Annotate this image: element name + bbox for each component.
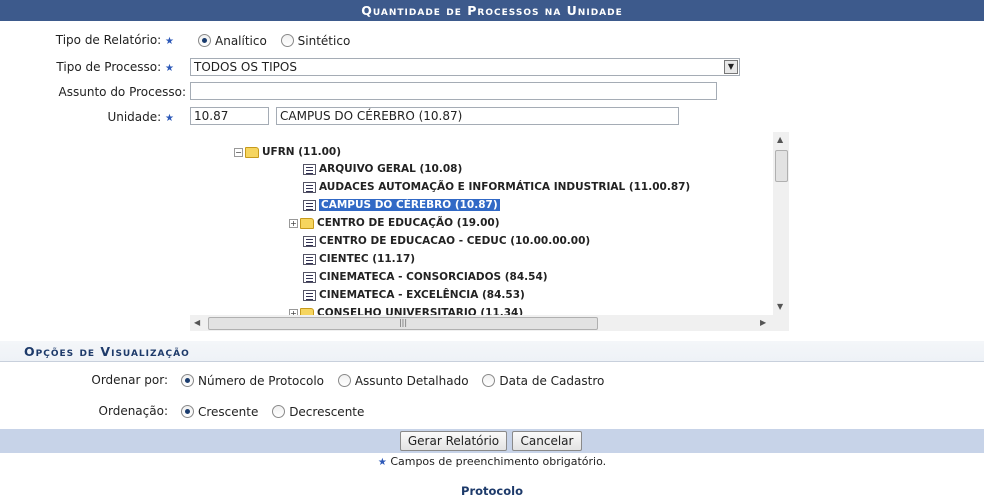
- tree-vertical-scrollbar[interactable]: ▲ ▼: [773, 132, 789, 315]
- expand-icon[interactable]: +: [289, 218, 298, 228]
- document-icon: [303, 271, 316, 283]
- radio-sintetico-label: Sintético: [297, 33, 351, 48]
- radio-crescente[interactable]: [181, 405, 194, 418]
- tipo-processo-value: TODOS OS TIPOS: [194, 60, 297, 74]
- tree-item-label: CENTRO DE EDUCACAO - CEDUC (10.00.00.00): [319, 235, 591, 247]
- document-icon: [303, 163, 316, 175]
- tipo-relatorio-label: Tipo de Relatório: ★: [4, 32, 174, 50]
- form-actions-bar: Gerar Relatório Cancelar: [0, 429, 984, 453]
- gerar-relatorio-button[interactable]: Gerar Relatório: [400, 431, 507, 451]
- unit-tree[interactable]: − UFRN (11.00) ARQUIVO GERAL (10.08) AUDA…: [190, 132, 790, 332]
- required-fields-note: ★ Campos de preenchimento obrigatório.: [0, 455, 984, 468]
- chevron-down-icon[interactable]: ▼: [724, 60, 738, 74]
- radio-sintetico[interactable]: [280, 34, 294, 47]
- ordenar-options: Número de Protocolo Assunto Detalhado Da…: [181, 372, 614, 389]
- tipo-processo-select[interactable]: TODOS OS TIPOS ▼: [190, 58, 740, 76]
- radio-data-cadastro-label: Data de Cadastro: [499, 373, 605, 388]
- tree-root-label: UFRN (11.00): [262, 146, 342, 158]
- tree-item[interactable]: CENTRO DE EDUCACAO - CEDUC (10.00.00.00): [303, 233, 590, 250]
- radio-assunto-detalhado[interactable]: [337, 374, 351, 387]
- ordenacao-options: Crescente Decrescente: [181, 403, 374, 420]
- document-icon: [303, 199, 316, 211]
- tree-item-selected[interactable]: CAMPUS DO CÉREBRO (10.87): [303, 197, 500, 214]
- tree-item[interactable]: CINEMATECA - CONSORCIADOS (84.54): [303, 269, 548, 286]
- required-star-icon: ★: [377, 457, 387, 468]
- document-icon: [303, 253, 316, 265]
- tipo-processo-label: Tipo de Processo: ★: [4, 59, 174, 77]
- document-icon: [303, 235, 316, 247]
- radio-data-cadastro[interactable]: [482, 374, 496, 387]
- folder-open-icon: [245, 146, 259, 158]
- scroll-left-icon[interactable]: ◀: [194, 318, 200, 327]
- visualizacao-section-header: Opções de Visualização: [0, 341, 984, 362]
- scroll-thumb[interactable]: |||: [208, 317, 598, 330]
- radio-numero-protocolo[interactable]: [181, 374, 194, 387]
- tree-item-label: CIENTEC (11.17): [319, 253, 416, 265]
- radio-crescente-label: Crescente: [198, 404, 259, 419]
- scroll-up-icon[interactable]: ▲: [777, 135, 783, 144]
- unidade-label-text: Unidade:: [107, 110, 162, 124]
- tree-item[interactable]: CIENTEC (11.17): [303, 251, 415, 268]
- required-star-icon: ★: [165, 36, 174, 47]
- scroll-thumb[interactable]: [775, 150, 788, 182]
- scroll-right-icon[interactable]: ▶: [760, 318, 766, 327]
- document-icon: [303, 289, 316, 301]
- ordenar-label: Ordenar por:: [91, 373, 168, 387]
- radio-decrescente-label: Decrescente: [289, 404, 365, 419]
- scroll-down-icon[interactable]: ▼: [777, 302, 783, 311]
- tree-root[interactable]: − UFRN (11.00): [234, 144, 341, 161]
- radio-analitico[interactable]: [198, 34, 211, 47]
- tree-item[interactable]: CINEMATECA - EXCELÊNCIA (84.53): [303, 287, 525, 304]
- collapse-icon[interactable]: −: [234, 147, 243, 157]
- tree-item[interactable]: ARQUIVO GERAL (10.08): [303, 161, 462, 178]
- unidade-label: Unidade: ★: [4, 109, 174, 127]
- page-title: Quantidade de Processos na Unidade: [0, 0, 984, 21]
- cancel-button[interactable]: Cancelar: [512, 431, 582, 451]
- document-icon: [303, 181, 316, 193]
- tipo-relatorio-label-text: Tipo de Relatório:: [55, 33, 162, 47]
- radio-analitico-label: Analítico: [215, 33, 267, 48]
- required-note-text: Campos de preenchimento obrigatório.: [390, 455, 607, 468]
- tree-item-label: ARQUIVO GERAL (10.08): [319, 163, 463, 175]
- tipo-processo-label-text: Tipo de Processo:: [56, 60, 162, 74]
- assunto-label: Assunto do Processo:: [58, 85, 186, 99]
- radio-decrescente[interactable]: [272, 405, 286, 418]
- section-title: Opções de Visualização: [24, 344, 190, 359]
- required-star-icon: ★: [165, 63, 174, 74]
- tree-item[interactable]: + CENTRO DE EDUCAÇÃO (19.00): [289, 215, 500, 232]
- tree-item-label: CINEMATECA - EXCELÊNCIA (84.53): [319, 289, 525, 301]
- tree-item-label: CINEMATECA - CONSORCIADOS (84.54): [319, 271, 548, 283]
- tree-item-label: CENTRO DE EDUCAÇÃO (19.00): [317, 217, 500, 229]
- folder-icon: [300, 217, 314, 229]
- required-star-icon: ★: [165, 113, 174, 124]
- tree-item-label: CAMPUS DO CÉREBRO (10.87): [319, 199, 500, 211]
- tree-item[interactable]: AUDACES AUTOMAÇÃO E INFORMÁTICA INDUSTRI…: [303, 179, 690, 196]
- unidade-code-input[interactable]: 10.87: [190, 107, 269, 125]
- tipo-relatorio-options: Analítico Sintético: [198, 32, 360, 49]
- radio-numero-protocolo-label: Número de Protocolo: [198, 373, 324, 388]
- unidade-name-input[interactable]: CAMPUS DO CÉREBRO (10.87): [276, 107, 679, 125]
- assunto-input[interactable]: [190, 82, 717, 100]
- ordenacao-label: Ordenação:: [98, 404, 168, 418]
- scroll-corner: [773, 315, 789, 331]
- tree-horizontal-scrollbar[interactable]: ◀ ||| ▶: [190, 315, 773, 331]
- tree-item-label: AUDACES AUTOMAÇÃO E INFORMÁTICA INDUSTRI…: [319, 181, 691, 193]
- radio-assunto-detalhado-label: Assunto Detalhado: [354, 373, 469, 388]
